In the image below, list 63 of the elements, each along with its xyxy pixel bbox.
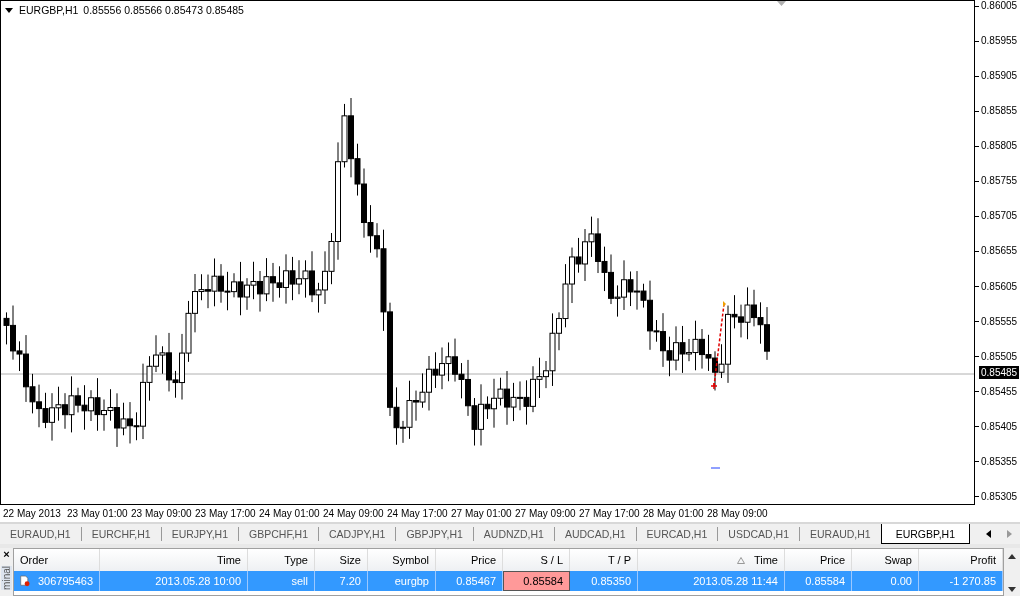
scroll-down-icon[interactable] <box>1008 587 1016 592</box>
chart-tab[interactable]: EURAUD,H1 <box>0 527 81 541</box>
ohlc-values: 0.85556 0.85566 0.85473 0.85485 <box>83 4 244 16</box>
table-cell: 2013.05.28 10:00 <box>100 571 248 591</box>
price-tick-label: 0.85655 <box>975 245 1020 258</box>
chart-tab[interactable]: GBPCHF,H1 <box>238 527 318 541</box>
chart-tab[interactable]: EURCAD,H1 <box>635 527 718 541</box>
price-tick-label: 0.85605 <box>975 280 1020 293</box>
time-axis-label: 27 May 17:00 <box>579 507 641 519</box>
panel-title: minal <box>1 566 12 590</box>
time-axis-label: 23 May 17:00 <box>195 507 257 519</box>
time-axis-label: 24 May 01:00 <box>259 507 321 519</box>
price-tick-label: 0.85705 <box>975 210 1020 223</box>
chart-tab[interactable]: EURGBP,H1 <box>880 524 970 544</box>
chart-symbol: EURGBP,H1 <box>19 4 79 16</box>
chart-tab[interactable]: GBPJPY,H1 <box>395 527 473 541</box>
price-tick-label: 0.85955 <box>975 35 1020 48</box>
table-cell: 0.85584 <box>785 571 852 591</box>
chart-tab[interactable]: EURJPY,H1 <box>160 527 239 541</box>
chart-tab[interactable]: CADJPY,H1 <box>318 527 396 541</box>
sort-icon <box>736 556 745 564</box>
order-marker <box>710 467 721 469</box>
price-tick-label: 0.86005 <box>975 0 1020 12</box>
table-cell: eurgbp <box>368 571 436 591</box>
price-tick-label: 0.85855 <box>975 105 1020 118</box>
time-axis-label: 24 May 09:00 <box>323 507 385 519</box>
order-icon <box>20 573 30 589</box>
time-axis-label: 28 May 01:00 <box>643 507 705 519</box>
chart-tab[interactable]: AUDNZD,H1 <box>472 527 554 541</box>
close-button[interactable]: × <box>3 548 10 560</box>
table-cell: 0.00 <box>852 571 919 591</box>
chart-tab[interactable]: AUDCAD,H1 <box>553 527 636 541</box>
chart-tab[interactable]: EURCHF,H1 <box>80 527 161 541</box>
price-tick-label: 0.85455 <box>975 385 1020 398</box>
scroll-left-icon[interactable] <box>986 530 991 538</box>
price-tick-label: 0.85905 <box>975 70 1020 83</box>
time-axis-label: 22 May 2013 <box>3 507 62 519</box>
price-tick-label: 0.85505 <box>975 350 1020 363</box>
time-axis-label: 23 May 09:00 <box>131 507 193 519</box>
time-axis-label: 23 May 01:00 <box>67 507 129 519</box>
price-tick-label: 0.85555 <box>975 315 1020 328</box>
table-cell: 0.85584 <box>503 571 570 591</box>
time-axis-label: 27 May 01:00 <box>451 507 513 519</box>
chart-tab[interactable]: USDCAD,H1 <box>717 527 799 541</box>
shift-marker-icon[interactable] <box>777 1 786 6</box>
time-axis-label: 24 May 17:00 <box>387 507 449 519</box>
table-cell: sell <box>248 571 315 591</box>
dropdown-icon[interactable] <box>5 7 13 13</box>
table-cell: 0.85350 <box>570 571 638 591</box>
table-cell: -1 270.85 <box>919 571 1003 591</box>
time-axis-label: 27 May 09:00 <box>515 507 577 519</box>
scroll-up-icon[interactable] <box>1008 554 1016 559</box>
current-price-label: 0.85485 <box>979 366 1020 379</box>
price-tick-label: 0.85755 <box>975 175 1020 188</box>
price-tick-label: 0.85805 <box>975 140 1020 153</box>
table-cell: 2013.05.28 11:44 <box>638 571 785 591</box>
price-tick-label: 0.85305 <box>975 490 1020 503</box>
price-tick-label: 0.85405 <box>975 420 1020 433</box>
table-cell: 306795463 <box>14 571 100 591</box>
chart-tab[interactable]: EURAUD,H1 <box>799 527 881 541</box>
price-tick-label: 0.85355 <box>975 455 1020 468</box>
time-axis-label: 28 May 09:00 <box>707 507 769 519</box>
table-cell: 7.20 <box>315 571 368 591</box>
